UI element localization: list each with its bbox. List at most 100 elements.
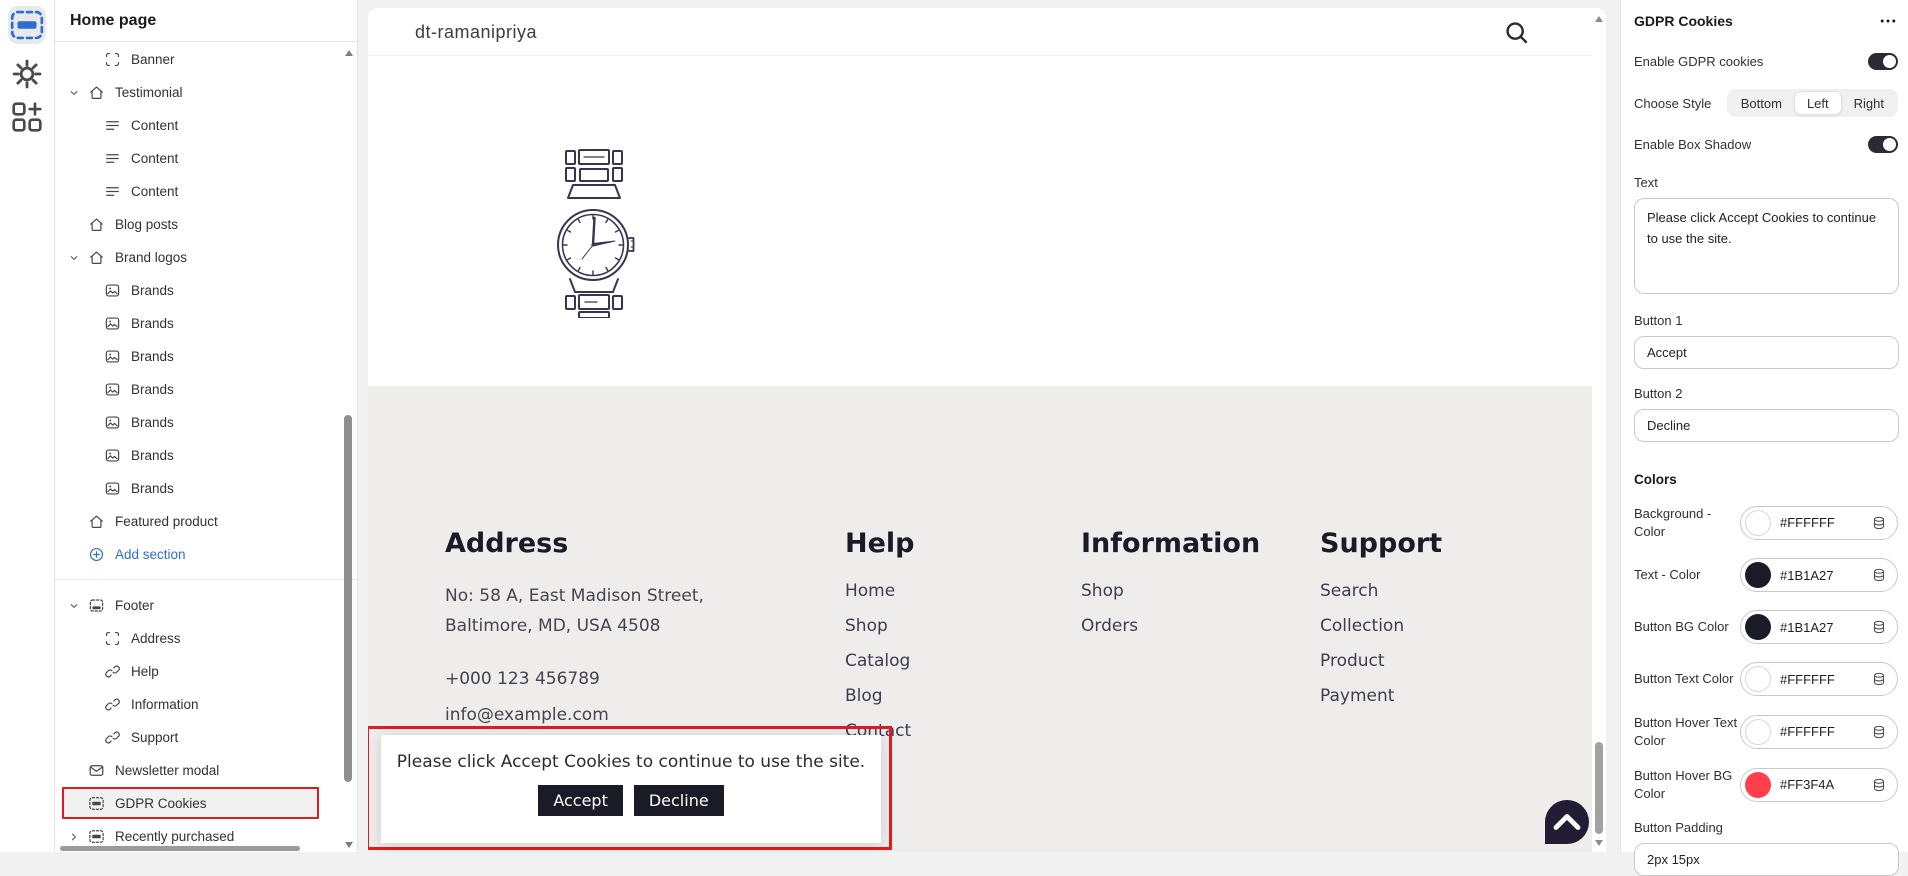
color-picker-field-background-color[interactable]: #FFFFFF [1740, 506, 1898, 540]
database-icon[interactable] [1871, 619, 1887, 635]
sidebar-item-brands[interactable]: Brands [55, 340, 343, 373]
preview-scroll-up-arrow[interactable] [1595, 16, 1603, 22]
database-icon[interactable] [1871, 515, 1887, 531]
footer-column-address: Address No: 58 A, East Madison Street, B… [445, 528, 704, 725]
button2-input[interactable] [1634, 409, 1899, 442]
footer-link-home[interactable]: Home [845, 581, 915, 601]
sidebar-item-testimonial[interactable]: Testimonial [55, 76, 343, 109]
sidebar-item-label: Brands [131, 283, 174, 298]
database-icon[interactable] [1871, 777, 1887, 793]
sidebar-item-banner[interactable]: Banner [55, 43, 343, 76]
color-picker-field-text-color[interactable]: #1B1A27 [1740, 558, 1898, 592]
button1-input[interactable] [1634, 336, 1899, 369]
sidebar-item-label: Brands [131, 382, 174, 397]
footer-link-payment[interactable]: Payment [1320, 686, 1442, 706]
sidebar-item-support[interactable]: Support [55, 721, 343, 754]
color-swatch [1745, 772, 1771, 798]
sidebar-item-brands[interactable]: Brands [55, 439, 343, 472]
sidebar-item-label: Content [131, 118, 178, 133]
search-icon[interactable] [1503, 19, 1530, 46]
sidebar-item-label: Brands [131, 415, 174, 430]
sidebar-horizontal-scrollbar[interactable] [60, 846, 300, 851]
preview-scroll-down-arrow[interactable] [1595, 840, 1603, 846]
cookie-text-input[interactable]: Please click Accept Cookies to continue … [1634, 198, 1899, 294]
sidebar-item-brands[interactable]: Brands [55, 406, 343, 439]
color-setting-label: Background - Color [1634, 505, 1740, 540]
sidebar-item-brand-logos[interactable]: Brand logos [55, 241, 343, 274]
sidebar-scroll-up-arrow[interactable] [345, 50, 353, 56]
color-picker-field-button-hover-text-color[interactable]: #FFFFFF [1740, 715, 1898, 749]
chevron-right-icon[interactable] [67, 830, 81, 844]
style-segmented-control: BottomLeftRight [1727, 89, 1898, 117]
sidebar-item-label: Help [131, 664, 159, 679]
store-logo[interactable]: dt-ramanipriya [415, 8, 537, 56]
footer-link-collection[interactable]: Collection [1320, 616, 1442, 636]
style-option-right[interactable]: Right [1842, 91, 1896, 115]
panel-title: GDPR Cookies [1634, 13, 1733, 29]
footer-link-search[interactable]: Search [1320, 581, 1442, 601]
color-picker-field-button-bg-color[interactable]: #1B1A27 [1740, 610, 1898, 644]
sidebar-item-footer[interactable]: Footer [55, 589, 343, 622]
preview-scrollbar-thumb[interactable] [1595, 742, 1603, 834]
sidebar-item-add-section[interactable]: Add section [55, 538, 343, 571]
sidebar-item-help[interactable]: Help [55, 655, 343, 688]
sidebar-item-content[interactable]: Content [55, 175, 343, 208]
sidebar-item-brands[interactable]: Brands [55, 472, 343, 505]
decline-cookies-button[interactable]: Decline [634, 785, 724, 816]
content-icon [104, 117, 121, 134]
chevron-down-icon[interactable] [67, 251, 81, 265]
sidebar-item-brands[interactable]: Brands [55, 373, 343, 406]
sidebar-item-content[interactable]: Content [55, 109, 343, 142]
color-hex-value: #1B1A27 [1780, 568, 1871, 583]
sidebar-item-address[interactable]: Address [55, 622, 343, 655]
database-icon[interactable] [1871, 724, 1887, 740]
sections-icon [88, 795, 105, 812]
sidebar-item-information[interactable]: Information [55, 688, 343, 721]
color-picker-field-button-text-color[interactable]: #FFFFFF [1740, 662, 1898, 696]
style-option-bottom[interactable]: Bottom [1729, 91, 1794, 115]
chevron-down-icon[interactable] [67, 599, 81, 613]
image-icon [104, 348, 121, 365]
chevron-up-icon [1545, 800, 1589, 844]
home-icon [88, 513, 105, 530]
scroll-to-top-button[interactable] [1545, 800, 1589, 844]
chevron-down-icon[interactable] [67, 86, 81, 100]
sidebar-scrollbar-thumb[interactable] [344, 415, 352, 782]
sidebar-item-gdpr-cookies[interactable]: GDPR Cookies [55, 787, 343, 820]
sidebar-item-featured-product[interactable]: Featured product [55, 505, 343, 538]
color-setting-row: Text - Color#1B1A27 [1634, 558, 1898, 592]
sidebar-item-blog-posts[interactable]: Blog posts [55, 208, 343, 241]
sidebar-item-label: Support [131, 730, 178, 745]
box-shadow-toggle[interactable] [1868, 136, 1898, 153]
image-icon [104, 282, 121, 299]
accept-cookies-button[interactable]: Accept [538, 785, 623, 816]
sidebar-item-content[interactable]: Content [55, 142, 343, 175]
style-option-left[interactable]: Left [1794, 91, 1842, 115]
footer-phone[interactable]: +000 123 456789 [445, 669, 704, 689]
color-swatch [1745, 719, 1771, 745]
footer-link-shop[interactable]: Shop [1081, 581, 1260, 601]
footer-link-shop[interactable]: Shop [845, 616, 915, 636]
footer-link-product[interactable]: Product [1320, 651, 1442, 671]
rail-sections-button[interactable] [8, 6, 46, 44]
footer-link-blog[interactable]: Blog [845, 686, 915, 706]
sidebar-item-brands[interactable]: Brands [55, 307, 343, 340]
more-options-icon[interactable] [1878, 11, 1898, 31]
sidebar-item-brands[interactable]: Brands [55, 274, 343, 307]
rail-settings-button[interactable] [8, 55, 46, 93]
footer-email[interactable]: info@example.com [445, 705, 704, 725]
database-icon[interactable] [1871, 671, 1887, 687]
footer-link-catalog[interactable]: Catalog [845, 651, 915, 671]
database-icon[interactable] [1871, 567, 1887, 583]
enable-gdpr-toggle[interactable] [1868, 53, 1898, 70]
sections-sidebar: Home page BannerTestimonialContentConten… [55, 0, 358, 852]
sidebar-scroll-down-arrow[interactable] [345, 842, 353, 848]
store-header: dt-ramanipriya [368, 8, 1606, 56]
color-picker-field-button-hover-bg-color[interactable]: #FF3F4A [1740, 768, 1898, 802]
footer-link-orders[interactable]: Orders [1081, 616, 1260, 636]
sidebar-item-newsletter-modal[interactable]: Newsletter modal [55, 754, 343, 787]
button-padding-input[interactable] [1634, 843, 1899, 876]
rail-apps-button[interactable] [8, 98, 46, 136]
editor-rail [0, 0, 55, 852]
banner-icon [104, 630, 121, 647]
